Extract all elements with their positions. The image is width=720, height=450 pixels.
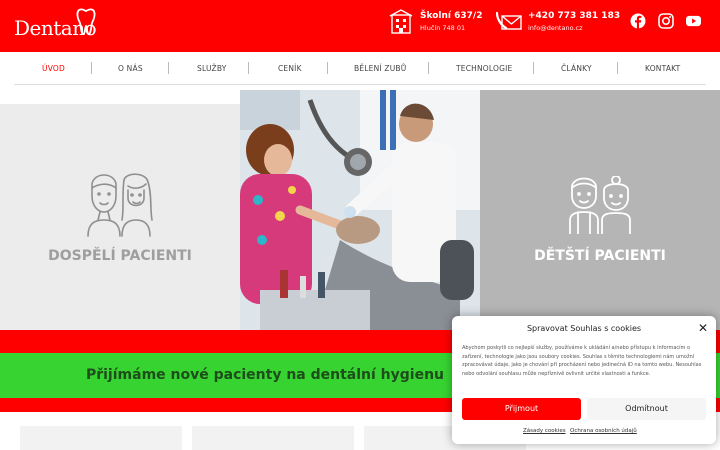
cookie-policy-link[interactable]: Zásady cookies — [523, 428, 566, 434]
nav-separator — [91, 62, 92, 74]
phone-mail-icon — [496, 11, 522, 30]
dental-clinic-photo — [240, 90, 480, 340]
nav-separator — [327, 62, 328, 74]
main-nav: Úvod O nás Služby Ceník Bělení zubů Tech… — [0, 52, 720, 84]
email-link[interactable]: info@dentano.cz — [528, 22, 620, 34]
nav-separator — [168, 62, 169, 74]
hero: DOSPĚLÍ PACIENTI DĚTŠTÍ PACIENTI — [0, 90, 720, 340]
nav-item-o-nas[interactable]: O nás — [118, 64, 143, 73]
facebook-icon[interactable] — [630, 13, 646, 29]
logo[interactable]: Dentano — [14, 8, 98, 42]
dental-scene-illustration — [240, 90, 480, 340]
nav-separator — [617, 62, 618, 74]
nav-separator — [428, 62, 429, 74]
service-card[interactable] — [20, 426, 182, 450]
contact-block: +420 773 381 183 info@dentano.cz — [496, 9, 620, 35]
tooth-icon — [76, 8, 96, 35]
nav-item-clanky[interactable]: Články — [561, 64, 592, 73]
nav-item-kontakt[interactable]: Kontakt — [645, 64, 680, 73]
children-icon — [569, 176, 631, 234]
building-icon — [389, 9, 413, 34]
nav-separator — [248, 62, 249, 74]
service-card[interactable] — [192, 426, 354, 450]
adult-patients-title[interactable]: DOSPĚLÍ PACIENTI — [0, 248, 240, 264]
instagram-icon[interactable] — [658, 13, 674, 29]
address-city: Hlučín 748 01 — [420, 24, 466, 32]
accept-cookies-button[interactable]: Přijmout — [462, 398, 581, 420]
nav-item-technologie[interactable]: Technologie — [456, 64, 513, 73]
cookie-dialog-title: Spravovat Souhlas s cookies — [526, 324, 642, 333]
hygiene-banner-text[interactable]: Přijímáme nové pacienty na dentální hygi… — [0, 367, 530, 383]
cookie-consent-dialog: Spravovat Souhlas s cookies ✕ Abychom po… — [452, 316, 716, 444]
nav-item-cenik[interactable]: Ceník — [278, 64, 302, 73]
privacy-policy-link[interactable]: Ochrana osobních údajů — [570, 428, 637, 434]
adults-icon — [87, 173, 153, 237]
header-bar: Dentano Školní 637/2 Hlučín 748 01 +420 … — [0, 0, 720, 52]
address-block: Školní 637/2 Hlučín 748 01 — [388, 9, 482, 35]
nav-divider — [14, 84, 706, 85]
child-patients-title[interactable]: DĚTŠTÍ PACIENTI — [480, 248, 720, 264]
close-icon[interactable]: ✕ — [698, 321, 708, 335]
deny-cookies-button[interactable]: Odmítnout — [587, 398, 706, 420]
phone-link[interactable]: +420 773 381 183 — [528, 10, 620, 22]
nav-item-sluzby[interactable]: Služby — [197, 64, 227, 73]
nav-separator — [533, 62, 534, 74]
cookie-dialog-text: Abychom poskytli co nejlepší služby, pou… — [462, 345, 702, 377]
address-street: Školní 637/2 — [420, 11, 483, 21]
youtube-icon[interactable] — [686, 13, 701, 29]
nav-item-beleni-zubu[interactable]: Bělení zubů — [354, 64, 406, 73]
nav-item-uvod[interactable]: Úvod — [42, 64, 65, 73]
